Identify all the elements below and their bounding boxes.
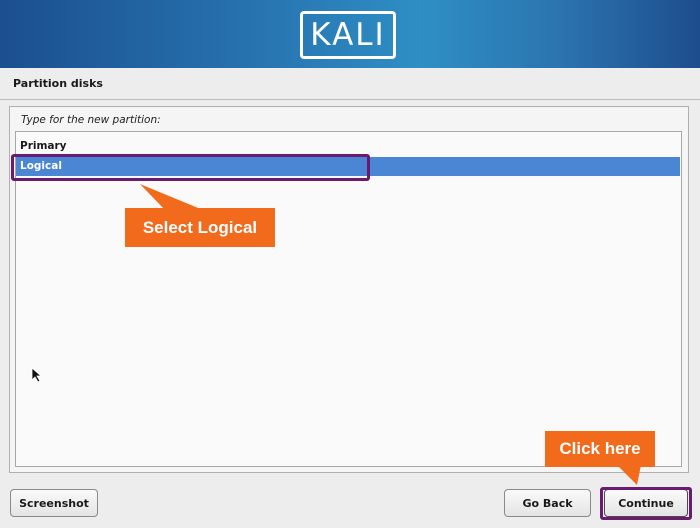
page-title: Partition disks (13, 77, 103, 90)
title-separator (0, 99, 700, 100)
select-logical-callout: Select Logical (125, 208, 275, 247)
kali-logo: KALI (300, 11, 396, 59)
kali-banner: KALI (0, 0, 700, 68)
click-here-callout: Click here (545, 431, 655, 467)
continue-highlight-box (600, 487, 692, 520)
logical-highlight-box (11, 154, 370, 181)
go-back-button[interactable]: Go Back (504, 489, 591, 517)
screenshot-button[interactable]: Screenshot (10, 489, 98, 517)
click-callout-pointer (617, 465, 641, 485)
question-label: Type for the new partition: (21, 114, 161, 126)
mouse-cursor-icon (31, 367, 43, 383)
partition-type-list[interactable] (15, 131, 682, 467)
